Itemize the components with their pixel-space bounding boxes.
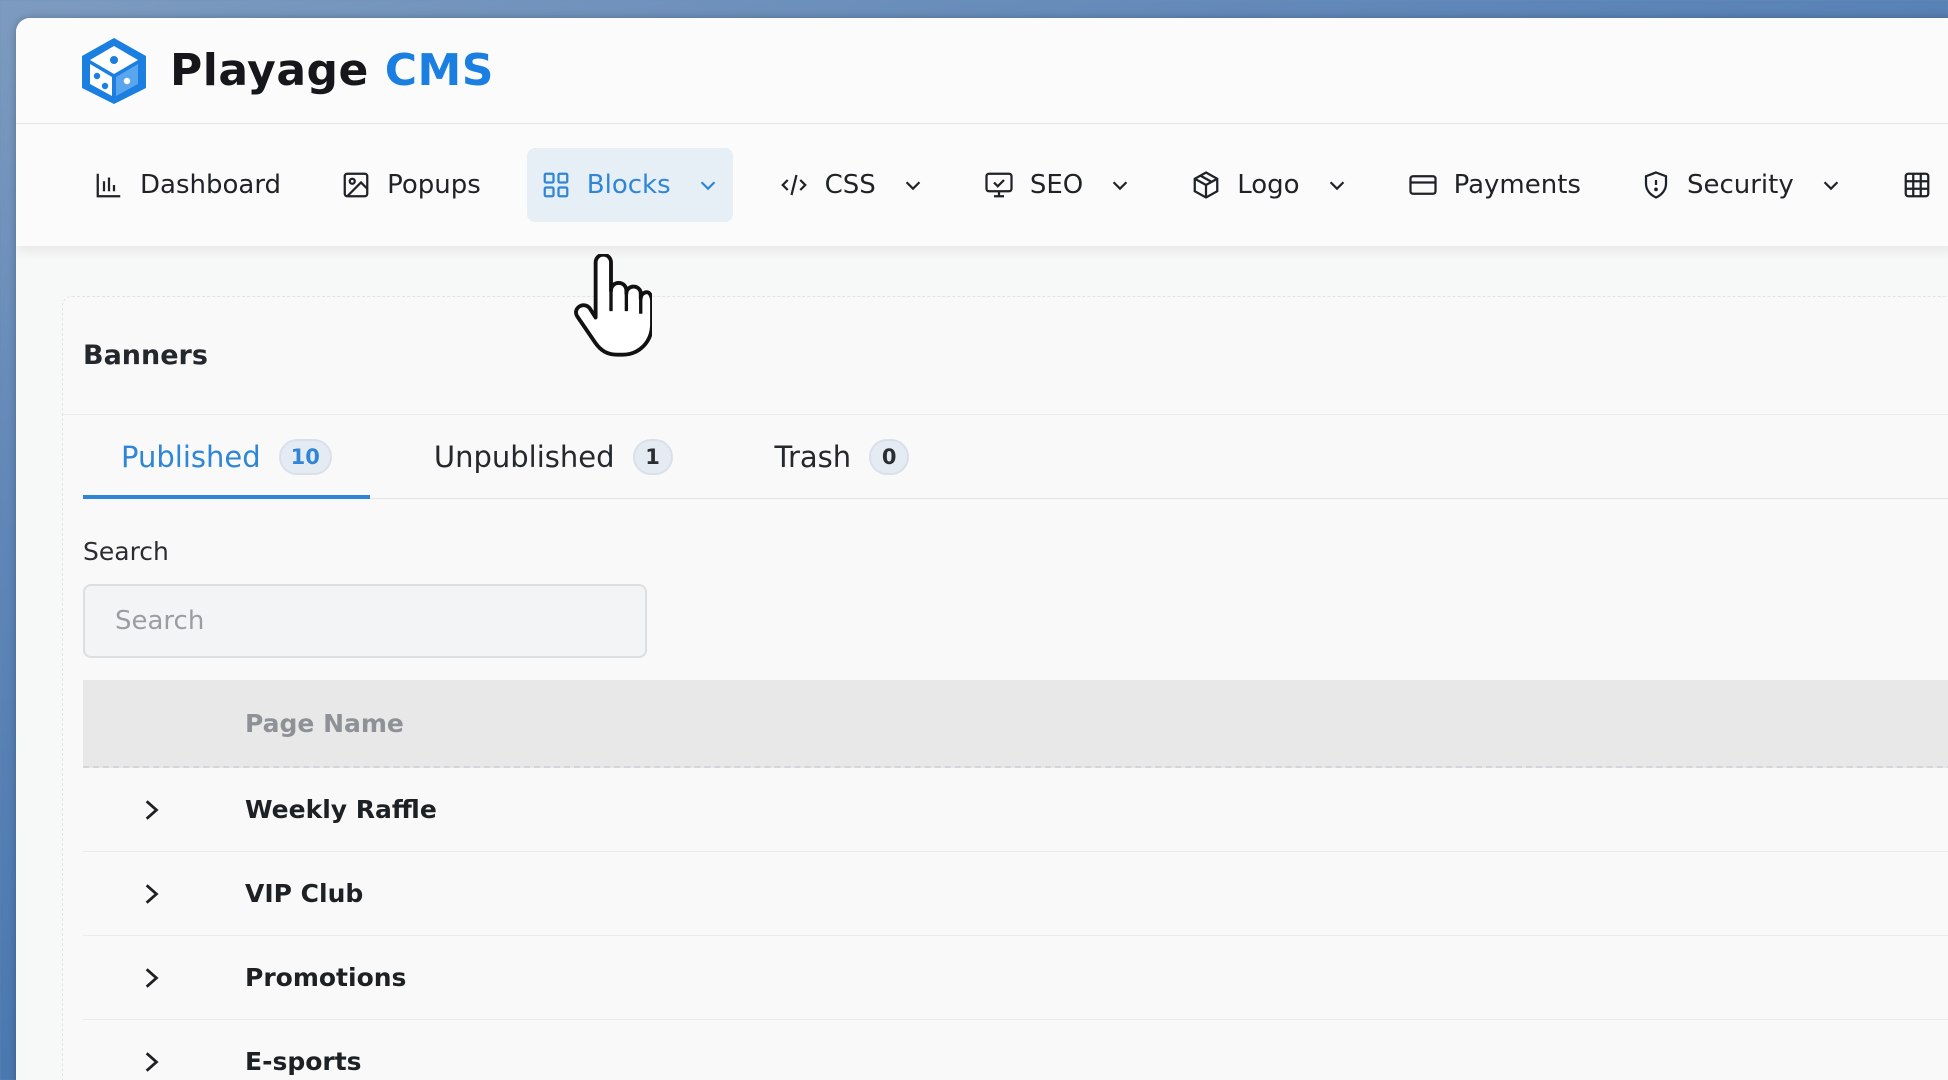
brand-suffix: CMS — [384, 45, 494, 96]
nav-item-seo[interactable]: SEO — [970, 148, 1145, 222]
banners-card: Banners Published 10 Unpublished 1 Trash… — [62, 296, 1948, 1080]
grid-icon — [543, 172, 569, 198]
brand-name: Playage — [170, 45, 369, 96]
top-header: Playage CMS — [16, 18, 1948, 124]
chevron-right-icon — [145, 883, 159, 904]
expand-row-button[interactable] — [83, 1047, 245, 1077]
count-badge: 0 — [869, 438, 910, 475]
chevron-right-icon — [145, 967, 159, 988]
table-header: Page Name — [83, 680, 1948, 768]
nav-item-security[interactable]: Security — [1627, 148, 1856, 222]
chevron-down-icon — [1329, 181, 1344, 191]
monitor-icon — [985, 172, 1013, 198]
code-icon — [780, 174, 807, 196]
chevron-down-icon — [700, 181, 715, 191]
nav-label: Dashboard — [140, 170, 282, 200]
nav-label: Popups — [387, 170, 481, 200]
nav-item-css[interactable]: CSS — [765, 148, 938, 222]
chevron-down-icon — [1823, 181, 1838, 191]
tab-label: Published — [121, 439, 261, 474]
main-nav: Dashboard Popups Blocks CSS SEO Logo Pay… — [16, 124, 1948, 246]
banners-table: Page Name Weekly Raffle VIP Club Promoti… — [83, 680, 1948, 1080]
page-title: Banners — [63, 297, 1948, 415]
nav-label: CSS — [824, 170, 876, 200]
nav-item-more[interactable]: F — [1888, 148, 1948, 222]
tab-trash[interactable]: Trash 0 — [737, 415, 948, 498]
page-name-cell: E-sports — [245, 1047, 362, 1076]
tab-published[interactable]: Published 10 — [83, 415, 370, 499]
nav-label: Payments — [1453, 170, 1581, 200]
expand-row-button[interactable] — [83, 795, 245, 825]
app-window: Playage CMS Dashboard Popups Blocks CSS … — [16, 18, 1948, 1080]
table-row[interactable]: Promotions — [83, 936, 1948, 1020]
count-badge: 10 — [278, 438, 332, 475]
shield-icon — [1644, 171, 1668, 199]
expand-row-button[interactable] — [83, 879, 245, 909]
table-row[interactable]: Weekly Raffle — [83, 768, 1948, 852]
nav-label: SEO — [1029, 170, 1084, 200]
hand-cursor-icon — [574, 254, 652, 357]
nav-label: Blocks — [586, 170, 671, 200]
box-icon — [1193, 171, 1219, 199]
tab-label: Unpublished — [433, 439, 615, 474]
status-tabs: Published 10 Unpublished 1 Trash 0 — [83, 415, 1948, 499]
table-row[interactable]: E-sports — [83, 1020, 1948, 1080]
nav-item-logo[interactable]: Logo — [1177, 148, 1361, 222]
credit-card-icon — [1408, 175, 1437, 195]
search-input[interactable] — [83, 584, 647, 658]
nav-item-blocks[interactable]: Blocks — [526, 148, 733, 222]
page-name-cell: Weekly Raffle — [245, 795, 437, 824]
nav-item-popups[interactable]: Popups — [327, 148, 495, 222]
chevron-right-icon — [145, 799, 159, 820]
page-name-cell: Promotions — [245, 963, 407, 992]
chevron-right-icon — [145, 1051, 159, 1072]
table-icon — [1904, 172, 1930, 198]
image-icon — [343, 172, 369, 198]
tab-unpublished[interactable]: Unpublished 1 — [396, 415, 711, 498]
bar-chart-icon — [96, 173, 121, 198]
nav-label: Security — [1686, 170, 1794, 200]
column-header-page-name: Page Name — [245, 708, 404, 738]
brand-title: Playage CMS — [170, 45, 494, 96]
chevron-down-icon — [905, 181, 921, 191]
table-row[interactable]: VIP Club — [83, 852, 1948, 936]
nav-item-dashboard[interactable]: Dashboard — [80, 148, 295, 222]
count-badge: 1 — [632, 438, 673, 475]
search-label: Search — [83, 537, 169, 566]
expand-row-button[interactable] — [83, 963, 245, 993]
nav-label: Logo — [1237, 170, 1300, 200]
tab-label: Trash — [774, 439, 852, 474]
playage-logo-icon[interactable] — [74, 34, 154, 108]
nav-item-payments[interactable]: Payments — [1394, 148, 1595, 222]
page-name-cell: VIP Club — [245, 879, 364, 908]
chevron-down-icon — [1113, 181, 1128, 191]
